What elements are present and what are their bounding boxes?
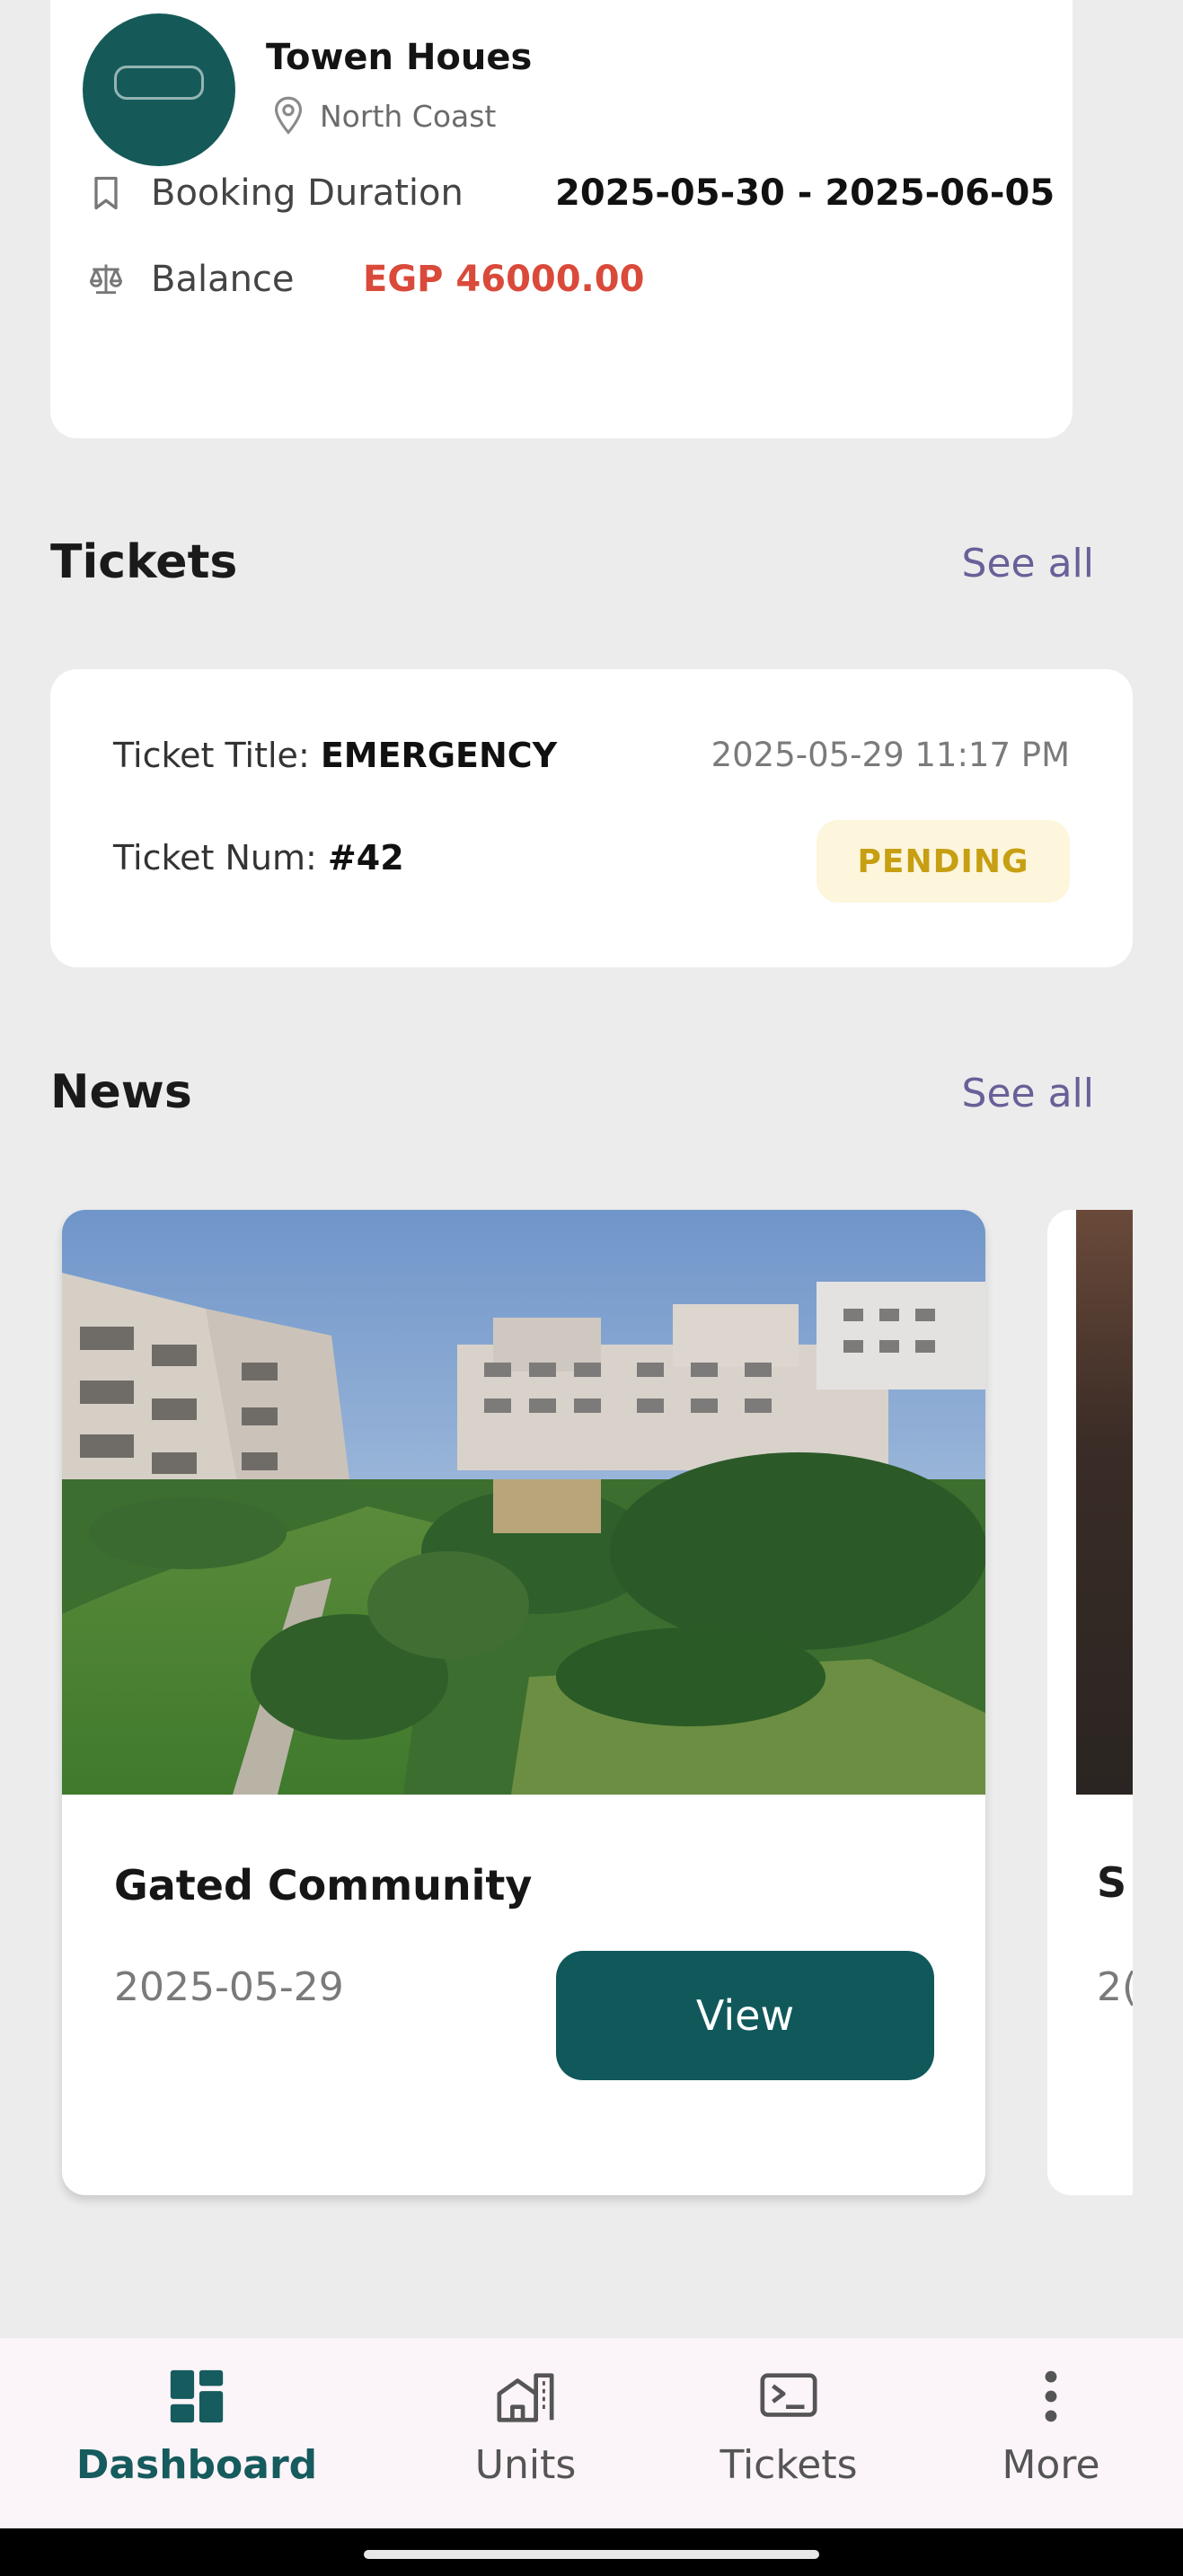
property-name: Towen Houes [266, 37, 533, 78]
scale-icon [90, 264, 122, 295]
ticket-number-label: Ticket Num: [113, 838, 328, 878]
bottom-navigation: Dashboard Units Tickets More [0, 2338, 1183, 2528]
ticket-title: Ticket Title: EMERGENCY [113, 736, 557, 775]
news-image [62, 1210, 985, 1795]
location-pin-icon [274, 96, 303, 135]
tickets-see-all-link[interactable]: See all [962, 541, 1094, 587]
news-date: 2025-05-29 [114, 1964, 344, 2010]
nav-item-units[interactable]: Units [413, 2365, 638, 2488]
ticket-number: Ticket Num: #42 [113, 838, 404, 878]
tickets-section-title: Tickets [50, 535, 238, 589]
more-vertical-icon [1045, 2370, 1057, 2422]
building-icon [497, 2373, 554, 2422]
home-gesture-handle[interactable] [364, 2550, 819, 2559]
nav-label-more: More [1002, 2442, 1100, 2488]
nav-item-tickets[interactable]: Tickets [676, 2365, 901, 2488]
ticket-card[interactable]: Ticket Title: EMERGENCY 2025-05-29 11:17… [50, 669, 1133, 967]
booking-card[interactable]: Towen Houes North Coast Booking Duration… [50, 0, 1073, 438]
nav-label-dashboard: Dashboard [75, 2442, 318, 2488]
nav-item-more[interactable]: More [939, 2365, 1163, 2488]
scroll-clip [1133, 1204, 1183, 2205]
booking-duration-row: Booking Duration [86, 172, 463, 214]
news-date-next: 2( [1097, 1964, 1138, 2010]
ticket-title-label: Ticket Title: [113, 736, 321, 775]
ticket-number-value: #42 [327, 838, 404, 878]
ticket-title-value: EMERGENCY [320, 736, 558, 775]
ticket-icon [760, 2373, 817, 2417]
property-location: North Coast [273, 95, 496, 137]
nav-label-tickets: Tickets [720, 2442, 858, 2488]
balance-value: EGP 46000.00 [363, 259, 645, 300]
view-button[interactable]: View [556, 1951, 934, 2080]
news-card[interactable]: Gated Community 2025-05-29 View [62, 1210, 985, 2195]
ticket-status-badge: PENDING [817, 820, 1070, 903]
nav-item-dashboard[interactable]: Dashboard [76, 2365, 317, 2488]
balance-row: Balance [86, 259, 295, 300]
dashboard-icon [170, 2369, 224, 2423]
news-title-next: S [1097, 1858, 1127, 1907]
nav-label-units: Units [474, 2442, 577, 2488]
bookmark-icon [94, 176, 118, 210]
news-see-all-link[interactable]: See all [962, 1071, 1094, 1116]
ticket-date: 2025-05-29 11:17 PM [711, 736, 1070, 774]
balance-label: Balance [151, 259, 295, 300]
booking-duration-label: Booking Duration [151, 172, 463, 214]
news-section-title: News [50, 1065, 192, 1119]
location-text: North Coast [320, 98, 497, 134]
property-logo [83, 13, 235, 166]
news-title: Gated Community [114, 1861, 533, 1910]
booking-duration-value: 2025-05-30 - 2025-06-05 [555, 172, 1055, 214]
